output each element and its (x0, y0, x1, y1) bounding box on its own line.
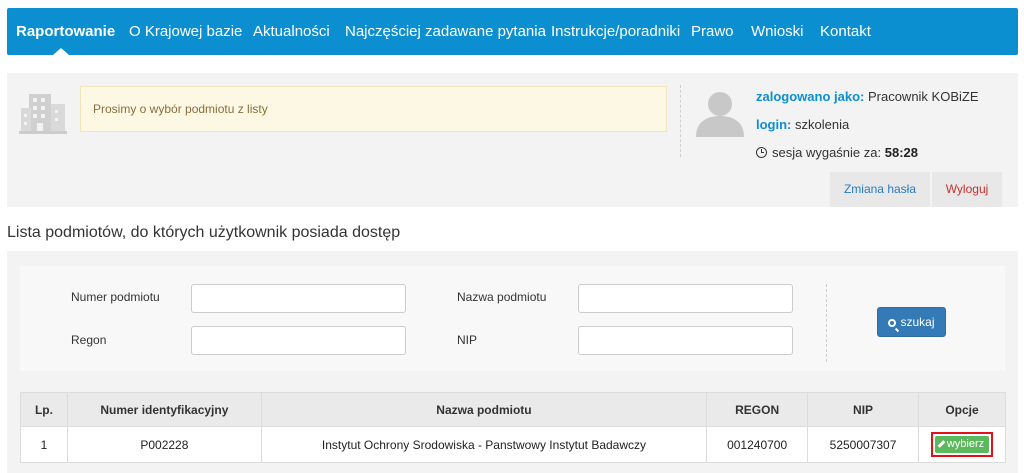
col-regon: REGON (706, 392, 809, 427)
change-password-button[interactable]: Zmiana hasła (830, 172, 930, 207)
nazwa-podmiotu-label: Nazwa podmiotu (457, 290, 547, 304)
login-line: login: szkolenia (756, 117, 849, 132)
cell-lp: 1 (20, 426, 68, 463)
select-entity-button[interactable]: wybierz (930, 432, 994, 457)
search-button-label: szukaj (900, 315, 935, 329)
cell-nazwa: Instytut Ochrony Srodowiska - Panstwowy … (260, 426, 708, 463)
search-button[interactable]: szukaj (877, 307, 946, 337)
clock-icon (756, 147, 767, 158)
nav-item-wnioski[interactable]: Wnioski (751, 8, 804, 55)
select-entity-alert: Prosimy o wybór podmiotu z listy (80, 86, 667, 132)
table-header-row: Lp. Numer identyfikacyjny Nazwa podmiotu… (20, 392, 1006, 427)
nip-input[interactable] (578, 326, 793, 355)
col-opcje: Opcje (918, 392, 1006, 427)
nav-item-instrukcje[interactable]: Instrukcje/poradniki (551, 8, 680, 55)
pencil-icon (937, 440, 946, 448)
nav-item-prawo[interactable]: Prawo (691, 8, 734, 55)
login-label: login: (756, 117, 792, 132)
cell-regon: 001240700 (706, 426, 809, 463)
nav-item-faq[interactable]: Najczęściej zadawane pytania (345, 8, 546, 55)
building-icon (19, 94, 67, 134)
search-divider (826, 284, 827, 362)
session-label: sesja wygaśnie za: (772, 145, 882, 160)
nav-item-aktualnosci[interactable]: Aktualności (253, 8, 330, 55)
regon-label: Regon (71, 333, 107, 347)
logged-as-value: Pracownik KOBiZE (867, 89, 979, 104)
active-nav-caret (53, 48, 69, 55)
col-nazwa: Nazwa podmiotu (260, 392, 708, 427)
col-numer: Numer identyfikacyjny (66, 392, 262, 427)
col-lp: Lp. (20, 392, 68, 427)
logged-as-line: zalogowano jako: Pracownik KOBiZE (756, 89, 979, 104)
nav-item-o-krajowej-bazie[interactable]: O Krajowej bazie (129, 8, 242, 55)
login-value: szkolenia (795, 117, 850, 132)
session-timer: 58:28 (884, 145, 918, 160)
logout-button[interactable]: Wyloguj (932, 172, 1002, 207)
select-entity-label: wybierz (946, 438, 985, 450)
nip-label: NIP (457, 333, 478, 347)
nazwa-podmiotu-input[interactable] (578, 284, 793, 313)
user-avatar-icon (696, 92, 744, 137)
table-row: 1 P002228 Instytut Ochrony Srodowiska - … (20, 426, 1006, 463)
search-form (20, 266, 1005, 371)
regon-input[interactable] (191, 326, 406, 355)
logged-as-label: zalogowano jako: (756, 89, 865, 104)
entities-table: Lp. Numer identyfikacyjny Nazwa podmiotu… (20, 392, 1006, 463)
nav-item-kontakt[interactable]: Kontakt (820, 8, 871, 55)
numer-podmiotu-input[interactable] (191, 284, 406, 313)
numer-podmiotu-label: Numer podmiotu (71, 290, 160, 304)
entity-status-panel: Prosimy o wybór podmiotu z listy zalogow… (7, 73, 1018, 207)
cell-nip: 5250007307 (807, 426, 919, 463)
col-nip: NIP (807, 392, 919, 427)
main-navbar: Raportowanie O Krajowej bazie Aktualnośc… (7, 8, 1018, 55)
page-title: Lista podmiotów, do których użytkownik p… (7, 224, 401, 241)
cell-numer: P002228 (66, 426, 262, 463)
search-icon (888, 319, 897, 327)
cell-opcje: wybierz (918, 426, 1006, 463)
divider (680, 85, 681, 157)
session-line: sesja wygaśnie za: 58:28 (756, 145, 918, 160)
